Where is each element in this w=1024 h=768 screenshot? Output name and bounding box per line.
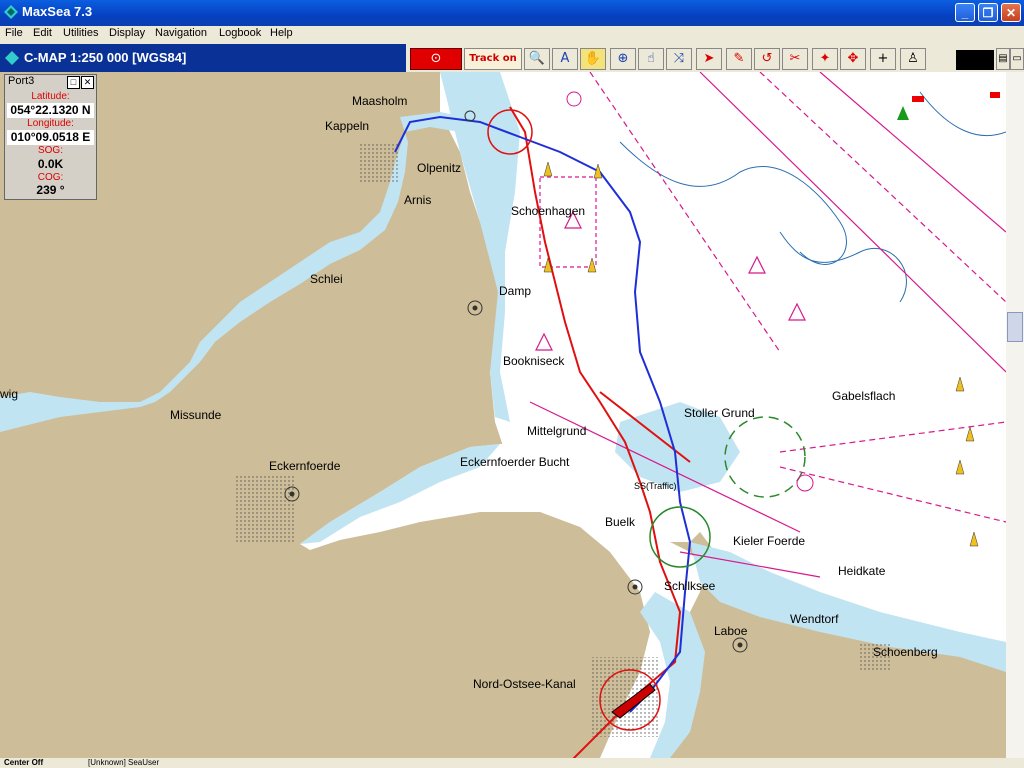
red-buoy-icon [990,92,1000,98]
window-icon[interactable]: ▭ [1010,48,1024,70]
place-schlei: Schlei [310,272,343,286]
chart-scale-label: C-MAP 1:250 000 [WGS84] [24,50,187,65]
panel-restore-button[interactable]: □ [67,76,80,89]
layers-icon[interactable]: ▤ [996,48,1010,70]
traffic-label: SS(Traffic) [634,481,677,491]
place-wendtorf: Wendtorf [790,612,839,626]
window-title: MaxSea 7.3 [22,4,93,19]
measure-icon[interactable]: ⤨ [666,48,692,70]
place-schoenberg: Schoenberg [873,645,938,659]
position-panel-header: Port3 □ ✕ [5,75,96,89]
move-icon[interactable]: ✥ [840,48,866,70]
scrollbar-thumb[interactable] [1007,312,1023,342]
pencil-icon[interactable]: ✎ [726,48,752,70]
place-stoller-grund: Stoller Grund [684,406,755,420]
pointer-icon[interactable]: ➤ [696,48,722,70]
chart-header: C-MAP 1:250 000 [WGS84] [0,44,406,72]
place-eckernfoerder-bucht: Eckernfoerder Bucht [460,455,570,469]
person-icon[interactable]: ♙ [900,48,926,70]
sog-value: 0.0K [7,157,94,172]
place-bookniseck: Bookniseck [503,354,565,368]
place-schilksee: Schilksee [664,579,716,593]
black-panel [956,50,994,70]
place-schoenhagen: Schoenhagen [511,204,585,218]
zoom-icon[interactable]: 🔍 [524,48,550,70]
mark-icon[interactable]: ✦ [812,48,838,70]
position-panel[interactable]: Port3 □ ✕ Latitude: 054°22.1320 N Longit… [4,74,97,200]
place-buelk: Buelk [605,515,636,529]
place-arnis: Arnis [404,193,431,207]
status-bar: Center Off [Unknown] SeaUser [0,758,1024,768]
plus-icon[interactable]: + [870,48,896,70]
longitude-label: Longitude: [27,118,74,129]
menu-display[interactable]: Display [109,27,145,39]
menu-help[interactable]: Help [270,27,293,39]
scissors-icon[interactable]: ✂ [782,48,808,70]
compass-icon[interactable]: A [552,48,578,70]
place-heidkate: Heidkate [838,564,886,578]
close-button[interactable]: ✕ [1001,3,1021,22]
place-nord-ostsee-kanal: Nord-Ostsee-Kanal [473,677,576,691]
window-title-bar: MaxSea 7.3 _ ❐ ✕ [0,0,1024,26]
hand-select-icon[interactable]: ☝ [638,48,664,70]
menu-logbook[interactable]: Logbook [219,27,261,39]
place-kappeln: Kappeln [325,119,369,133]
track-on-button[interactable]: Track on [464,48,522,70]
place-wig: wig [0,387,18,401]
chart-canvas[interactable]: Maasholm Kappeln Olpenitz Arnis Schoenha… [0,72,1006,758]
crosshair-icon[interactable]: ⊕ [610,48,636,70]
longitude-value: 010°09.0518 E [7,130,94,145]
place-laboe: Laboe [714,624,748,638]
pan-hand-icon[interactable]: ✋ [580,48,606,70]
latitude-value: 054°22.1320 N [7,103,94,118]
sog-label: SOG: [37,145,63,156]
minimize-button[interactable]: _ [955,3,975,22]
maxsea-app-icon [4,5,18,19]
menu-utilities[interactable]: Utilities [63,27,98,39]
place-olpenitz: Olpenitz [417,161,461,175]
menu-file[interactable]: File [5,27,23,39]
chart-icon [5,51,19,65]
maximize-button[interactable]: ❐ [978,3,998,22]
menu-bar: File Edit Utilities Display Navigation L… [0,26,1024,44]
place-damp: Damp [499,284,531,298]
nautical-chart[interactable]: Maasholm Kappeln Olpenitz Arnis Schoenha… [0,72,1006,758]
latitude-label: Latitude: [31,91,70,102]
place-mittelgrund: Mittelgrund [527,424,586,438]
record-button[interactable]: ⊙ [410,48,462,70]
place-gabelsflach: Gabelsflach [832,389,895,403]
urban-kappeln [360,142,400,182]
place-missunde: Missunde [170,408,222,422]
place-eckernfoerde: Eckernfoerde [269,459,341,473]
center-off-status[interactable]: Center Off [4,758,43,767]
menu-navigation[interactable]: Navigation [155,27,207,39]
red-buoy-icon [912,96,924,102]
cog-value: 239 ° [7,183,94,198]
position-panel-title: Port3 [8,75,35,87]
place-maasholm: Maasholm [352,94,407,108]
place-kieler-foerde: Kieler Foerde [733,534,805,548]
panel-close-button[interactable]: ✕ [81,76,94,89]
route-icon[interactable]: ↺ [754,48,780,70]
urban-eckernfoerde [235,474,295,544]
tool-bar: ⊙ Track on 🔍 A ✋ ⊕ ☝ ⤨ ➤ ✎ ↺ ✂ ✦ ✥ + ♙ ▤… [406,44,1024,72]
menu-edit[interactable]: Edit [33,27,52,39]
user-status: [Unknown] SeaUser [88,758,160,767]
vertical-scrollbar[interactable] [1006,72,1024,758]
